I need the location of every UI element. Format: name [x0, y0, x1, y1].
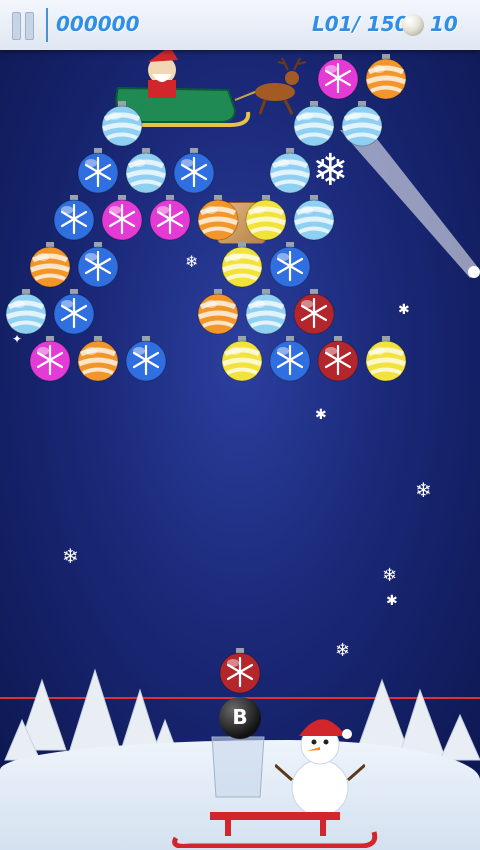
lightblue-stripes-ball — [123, 148, 169, 194]
hud-bar: 000000 L01/ 150 10 — [0, 0, 480, 50]
level-display: L01/ 150 — [312, 12, 409, 36]
red-snowflake-ball — [291, 289, 337, 335]
shots-ball-icon — [402, 14, 424, 36]
lightblue-stripes-ball — [267, 148, 313, 194]
blue-snowflake-ball — [51, 289, 97, 335]
snowflake-icon: ❄ — [62, 544, 79, 568]
red-snowflake-ball — [315, 336, 361, 382]
yellow-stripes-ball — [219, 242, 265, 288]
snowman-icon — [275, 719, 365, 817]
lightblue-stripes-ball — [99, 101, 145, 147]
lightblue-stripes-ball — [3, 289, 49, 335]
yellow-stripes-ball — [243, 195, 289, 241]
lightblue-stripes-ball — [291, 195, 337, 241]
blue-snowflake-ball — [171, 148, 217, 194]
yellow-stripes-ball — [363, 336, 409, 382]
lightblue-stripes-ball — [339, 101, 385, 147]
snowflake-icon: ✱ — [398, 302, 410, 318]
orange-stripes-ball — [75, 336, 121, 382]
sled-icon — [172, 812, 378, 848]
snowflake-icon: ❄ — [415, 478, 432, 502]
next-ball[interactable] — [217, 648, 263, 694]
blue-snowflake-ball — [267, 336, 313, 382]
shots-remaining: 10 — [430, 12, 458, 36]
pink-snowflake-ball — [315, 54, 361, 100]
blue-snowflake-ball — [123, 336, 169, 382]
lightblue-stripes-ball — [243, 289, 289, 335]
snowflake-icon: ✱ — [386, 593, 398, 609]
blue-snowflake-ball — [267, 242, 313, 288]
launcher-cup — [211, 736, 265, 798]
orange-stripes-ball — [195, 195, 241, 241]
bomb-label: B — [232, 705, 248, 729]
score-display: 000000 — [56, 12, 140, 36]
snowflake-icon: ❄ — [185, 252, 199, 271]
blue-snowflake-ball — [51, 195, 97, 241]
pink-snowflake-ball — [147, 195, 193, 241]
hud-divider — [46, 8, 48, 42]
blue-snowflake-ball — [75, 242, 121, 288]
snowflake-icon: ✱ — [315, 407, 327, 423]
pink-snowflake-ball — [99, 195, 145, 241]
snowflake-icon: ❄ — [382, 565, 398, 586]
orange-stripes-ball — [27, 242, 73, 288]
comet-streak — [340, 130, 480, 278]
orange-stripes-ball — [195, 289, 241, 335]
yellow-stripes-ball — [219, 336, 265, 382]
blue-snowflake-ball — [75, 148, 121, 194]
orange-stripes-ball — [363, 54, 409, 100]
pause-icon — [12, 12, 21, 40]
lightblue-stripes-ball — [291, 101, 337, 147]
pink-snowflake-ball — [27, 336, 73, 382]
bomb-button[interactable]: B — [219, 697, 261, 739]
pause-button[interactable] — [10, 10, 36, 40]
snowflake-icon: ❄ — [335, 640, 351, 661]
